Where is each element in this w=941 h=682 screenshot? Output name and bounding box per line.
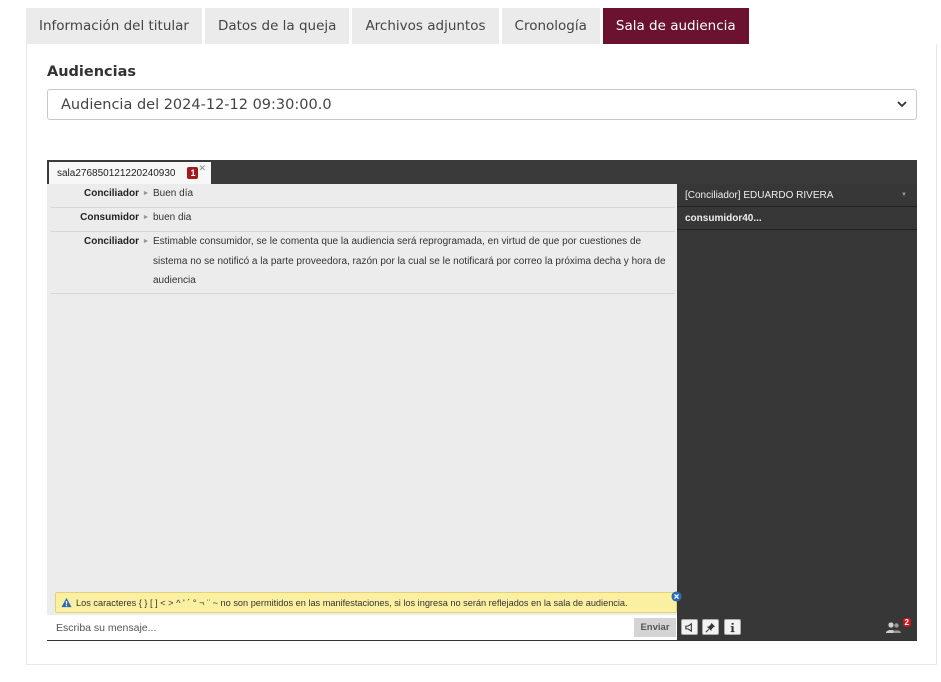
warning-banner: Los caracteres { } [ ] < > ^ ' ´ ° ¬ ¨ ~… bbox=[55, 591, 682, 613]
tab-bar: Información del titular Datos de la quej… bbox=[26, 8, 749, 44]
chat-room-tab[interactable]: sala276850121220240930 1 ✕ bbox=[49, 162, 211, 184]
chat-room-name: sala276850121220240930 bbox=[57, 167, 176, 179]
audiencia-select[interactable]: Audiencia del 2024-12-12 09:30:00.0 bbox=[47, 89, 917, 120]
message-row: Conciliador ► Buen día bbox=[51, 184, 675, 208]
pin-icon bbox=[705, 622, 716, 632]
pin-button[interactable] bbox=[702, 619, 719, 635]
message-author: Conciliador bbox=[83, 236, 139, 247]
unread-badge: 1 bbox=[187, 167, 199, 179]
audiencia-select-value: Audiencia del 2024-12-12 09:30:00.0 bbox=[61, 96, 332, 113]
message-composer: Enviar bbox=[47, 615, 677, 640]
dismiss-icon[interactable] bbox=[671, 591, 682, 602]
send-button[interactable]: Enviar bbox=[634, 618, 676, 637]
arrow-icon: ► bbox=[142, 214, 150, 221]
tab-archivos-adjuntos[interactable]: Archivos adjuntos bbox=[352, 8, 499, 44]
chat-toolbar: 2 bbox=[677, 615, 917, 640]
message-input[interactable] bbox=[47, 615, 627, 640]
caret-down-icon: ▼ bbox=[901, 192, 907, 198]
info-button[interactable] bbox=[724, 619, 741, 635]
tab-panel: Audiencias Audiencia del 2024-12-12 09:3… bbox=[26, 44, 937, 665]
info-icon bbox=[730, 622, 735, 632]
close-icon[interactable]: ✕ bbox=[198, 163, 206, 174]
message-row: Consumidor ► buen dia bbox=[51, 208, 675, 232]
message-text: buen dia bbox=[153, 212, 192, 223]
user-label: consumidor40... bbox=[685, 212, 762, 224]
user-item-consumidor[interactable]: consumidor40... bbox=[677, 207, 917, 230]
message-text: Estimable consumidor, se le comenta que … bbox=[153, 236, 666, 286]
arrow-icon: ► bbox=[142, 238, 150, 245]
user-item-conciliador[interactable]: [Conciliador] EDUARDO RIVERA ▼ bbox=[677, 184, 917, 207]
participants-button[interactable]: 2 bbox=[885, 618, 911, 636]
message-author: Conciliador bbox=[83, 188, 139, 199]
message-list: Conciliador ► Buen día Consumidor ► buen… bbox=[47, 184, 677, 589]
message-row: Conciliador ► Estimable consumidor, se l… bbox=[51, 232, 675, 294]
message-text: Buen día bbox=[153, 188, 194, 199]
audiencias-title: Audiencias bbox=[47, 64, 137, 80]
speaker-button[interactable] bbox=[681, 619, 698, 635]
warning-icon bbox=[61, 597, 72, 608]
arrow-icon: ► bbox=[142, 190, 150, 197]
user-label: [Conciliador] EDUARDO RIVERA bbox=[685, 189, 834, 201]
tab-datos-queja[interactable]: Datos de la queja bbox=[204, 8, 350, 44]
chat-widget: sala276850121220240930 1 ✕ Conciliador ►… bbox=[47, 160, 917, 641]
chat-room-tabbar: sala276850121220240930 1 ✕ bbox=[47, 160, 917, 184]
tab-informacion-titular[interactable]: Información del titular bbox=[26, 8, 202, 44]
warning-text: Los caracteres { } [ ] < > ^ ' ´ ° ¬ ¨ ~… bbox=[76, 597, 628, 608]
message-author: Consumidor bbox=[80, 212, 139, 223]
tab-cronologia[interactable]: Cronología bbox=[501, 8, 600, 44]
speaker-icon bbox=[685, 622, 692, 632]
chevron-down-icon bbox=[897, 101, 907, 108]
participants-count-badge: 2 bbox=[902, 618, 911, 627]
participants-sidebar: [Conciliador] EDUARDO RIVERA ▼ consumido… bbox=[677, 184, 917, 615]
participants-icon bbox=[886, 622, 901, 633]
tab-sala-audiencia[interactable]: Sala de audiencia bbox=[602, 8, 749, 44]
